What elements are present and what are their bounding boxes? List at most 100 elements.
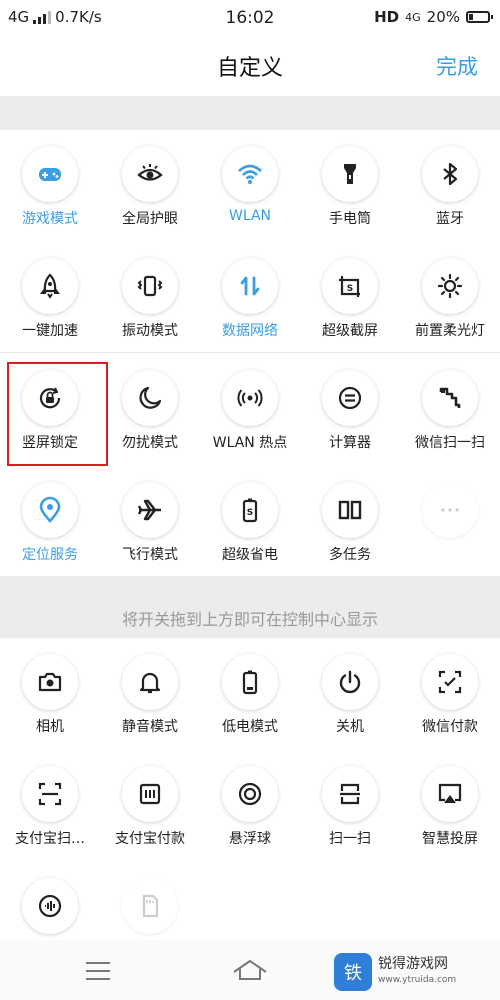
tile-empty-slot: [400, 466, 500, 576]
tile-power-off[interactable]: 关机: [300, 638, 400, 748]
status-bar: 4G 0.7K/s 16:02 HD 4G 20%: [0, 0, 500, 34]
tile-game-mode[interactable]: 游戏模式: [0, 130, 100, 240]
hd-badge: HD: [374, 8, 400, 26]
network-type-2: 4G: [405, 10, 421, 24]
tile-mobile-data[interactable]: 数据网络: [200, 242, 300, 352]
tile-label: 全局护眼: [122, 211, 178, 227]
tile-label: WLAN: [228, 208, 271, 224]
tile-wechat-pay[interactable]: 微信付款: [400, 638, 500, 748]
wifi-icon: [222, 146, 278, 202]
flashlight-icon: [322, 146, 378, 202]
tile-super-saver[interactable]: S 超级省电: [200, 466, 300, 576]
tile-calculator[interactable]: 计算器: [300, 354, 400, 464]
bell-icon: [122, 654, 178, 710]
low-battery-icon: [222, 654, 278, 710]
svg-text:S: S: [247, 508, 253, 518]
data-arrows-icon: [222, 258, 278, 314]
watermark-logo: 铁: [334, 953, 372, 991]
tile-label: 微信付款: [422, 719, 478, 735]
wechat-scan-icon: [422, 370, 478, 426]
tile-speed-boost[interactable]: 一键加速: [0, 242, 100, 352]
tile-multitask[interactable]: 多任务: [300, 466, 400, 576]
scan-icon: [322, 766, 378, 822]
tile-location[interactable]: 定位服务: [0, 466, 100, 576]
tile-label: 低电模式: [222, 719, 278, 735]
gamepad-icon: [22, 146, 78, 202]
bluetooth-icon: [422, 146, 478, 202]
tile-label: 数据网络: [222, 323, 278, 339]
title-bar: 自定义 完成: [0, 34, 500, 96]
tile-floating-ball[interactable]: 悬浮球: [200, 750, 300, 860]
tile-wlan[interactable]: WLAN: [200, 130, 300, 240]
tile-silent[interactable]: 静音模式: [100, 638, 200, 748]
screenshot-icon: S: [322, 258, 378, 314]
tile-alipay-pay[interactable]: 支付宝付款: [100, 750, 200, 860]
tile-camera[interactable]: 相机: [0, 638, 100, 748]
moon-icon: [122, 370, 178, 426]
alipay-pay-icon: [122, 766, 178, 822]
tile-scan[interactable]: 扫一扫: [300, 750, 400, 860]
tile-label: 扫一扫: [329, 831, 371, 847]
tile-hotspot[interactable]: WLAN 热点: [200, 354, 300, 464]
tile-label: 悬浮球: [229, 831, 271, 847]
tile-flashlight[interactable]: 手电筒: [300, 130, 400, 240]
rocket-icon: [22, 258, 78, 314]
camera-icon: [22, 654, 78, 710]
tile-label: 定位服务: [22, 547, 78, 563]
watermark-url: www.ytruida.com: [378, 975, 457, 985]
menu-icon[interactable]: [86, 962, 110, 986]
tile-bluetooth[interactable]: 蓝牙: [400, 130, 500, 240]
tile-eye-protect[interactable]: 全局护眼: [100, 130, 200, 240]
sound-wave-icon: [22, 878, 78, 934]
tile-front-light[interactable]: 前置柔光灯: [400, 242, 500, 352]
drag-hint-band: 将开关拖到上方即可在控制中心显示: [0, 576, 500, 638]
battery-icon: [466, 11, 493, 23]
inactive-tiles-panel: 相机 静音模式 低电模式 关机 微信付款 支付宝扫… 支付宝付款 悬浮球 扫一扫…: [0, 638, 500, 940]
tile-label: 超级省电: [222, 547, 278, 563]
tile-label: WLAN 热点: [212, 435, 288, 451]
wechat-pay-icon: [422, 654, 478, 710]
tile-label: 关机: [336, 719, 364, 735]
calculator-icon: [322, 370, 378, 426]
tile-alipay-scan[interactable]: 支付宝扫…: [0, 750, 100, 860]
location-icon: [22, 482, 78, 538]
power-icon: [322, 654, 378, 710]
vibrate-icon: [122, 258, 178, 314]
home-icon[interactable]: [232, 958, 268, 982]
tile-super-screenshot[interactable]: S 超级截屏: [300, 242, 400, 352]
tile-label: 一键加速: [22, 323, 78, 339]
top-spacer: [0, 96, 500, 130]
battery-saver-icon: S: [222, 482, 278, 538]
divider: [0, 352, 500, 353]
page-title: 自定义: [216, 56, 283, 81]
tile-label: 手电筒: [329, 211, 371, 227]
watermark-name: 锐得游戏网: [378, 956, 448, 972]
cast-icon: [422, 766, 478, 822]
tile-vibrate[interactable]: 振动模式: [100, 242, 200, 352]
tile-airplane[interactable]: 飞行模式: [100, 466, 200, 576]
tile-label: 微信扫一扫: [415, 435, 485, 451]
battery-percent: 20%: [426, 8, 460, 26]
tile-smart-cast[interactable]: 智慧投屏: [400, 750, 500, 860]
eye-icon: [122, 146, 178, 202]
tile-low-power[interactable]: 低电模式: [200, 638, 300, 748]
drag-hint: 将开关拖到上方即可在控制中心显示: [121, 610, 378, 629]
watermark-text: 锐得游戏网 www.ytruida.com: [378, 956, 456, 988]
more-dots-icon: [422, 482, 478, 538]
tile-do-not-disturb[interactable]: 勿扰模式: [100, 354, 200, 464]
tile-label: 振动模式: [122, 323, 178, 339]
svg-text:S: S: [347, 284, 353, 294]
sd-card-icon: [122, 878, 178, 934]
tile-label: 飞行模式: [122, 547, 178, 563]
tile-label: 超级截屏: [322, 323, 378, 339]
tile-label: 计算器: [329, 435, 371, 451]
hotspot-icon: [222, 370, 278, 426]
tile-label: 智慧投屏: [422, 831, 478, 847]
floating-ball-icon: [222, 766, 278, 822]
tile-label: 前置柔光灯: [415, 323, 485, 339]
tile-label: 蓝牙: [436, 211, 464, 227]
tile-label: 多任务: [329, 547, 371, 563]
done-button[interactable]: 完成: [436, 51, 478, 81]
tile-wechat-scan[interactable]: 微信扫一扫: [400, 354, 500, 464]
tile-label: 相机: [36, 719, 64, 735]
